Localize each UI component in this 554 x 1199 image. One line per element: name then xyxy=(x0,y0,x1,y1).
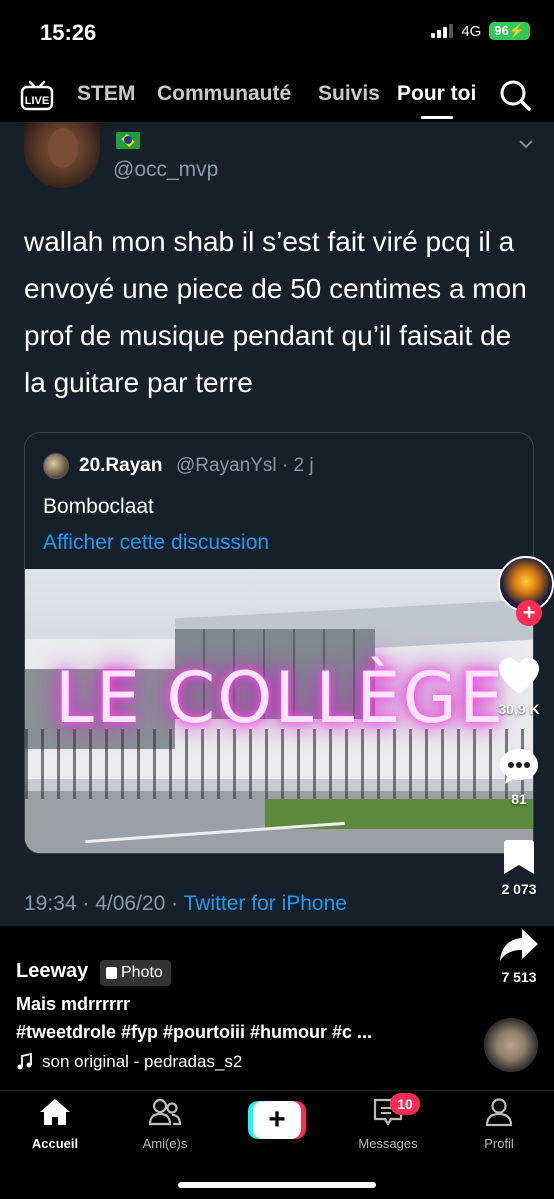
music-disc[interactable] xyxy=(484,1018,538,1072)
follow-button[interactable]: + xyxy=(516,600,542,626)
tab-communaute[interactable]: Communauté xyxy=(157,82,291,106)
top-navigation: LIVE STEM Communauté Suivis Pour toi xyxy=(0,72,554,122)
live-icon[interactable]: LIVE xyxy=(20,78,54,112)
like-button[interactable]: 30,9 K xyxy=(484,656,554,717)
post-hashtags[interactable]: #tweetdrole #fyp #pourtoiii #humour #c .… xyxy=(16,1022,476,1043)
sound-link[interactable]: son original - pedradas_s2 xyxy=(16,1052,242,1072)
photo-badge: Photo xyxy=(100,960,171,986)
quoted-name: 20.Rayan xyxy=(79,455,163,476)
like-count: 30,9 K xyxy=(498,701,540,717)
friends-icon xyxy=(148,1098,182,1126)
quoted-image: LE COLLÈGE xyxy=(25,569,533,853)
share-arrow-icon xyxy=(500,929,538,961)
brazil-flag-icon xyxy=(116,132,140,149)
live-label: LIVE xyxy=(25,95,49,107)
comment-icon xyxy=(500,749,538,784)
tab-suivis[interactable]: Suivis xyxy=(318,82,380,106)
share-button[interactable]: 7 513 xyxy=(484,926,554,985)
share-count: 7 513 xyxy=(501,969,537,985)
tweet-meta: 19:34 · 4/06/20 · Twitter for iPhone xyxy=(24,892,347,916)
save-count: 2 073 xyxy=(501,881,537,897)
tab-friends[interactable]: Ami(e)s xyxy=(110,1097,220,1151)
quoted-text: Bomboclaat xyxy=(43,495,154,518)
battery-level: 96 xyxy=(494,23,509,38)
profile-icon xyxy=(485,1098,513,1127)
tab-home[interactable]: Accueil xyxy=(0,1097,110,1151)
create-button[interactable]: + xyxy=(248,1101,306,1139)
battery-icon: 96⚡ xyxy=(489,22,530,40)
tab-messages-label: Messages xyxy=(358,1136,418,1151)
sound-name: son original - pedradas_s2 xyxy=(42,1052,243,1071)
quoted-avatar xyxy=(43,453,69,479)
home-indicator xyxy=(178,1182,376,1188)
messages-badge: 10 xyxy=(390,1093,420,1115)
comment-count: 81 xyxy=(511,791,527,807)
tweet-source: Twitter for iPhone xyxy=(183,892,347,915)
plus-icon: + xyxy=(253,1101,301,1139)
photo-badge-label: Photo xyxy=(121,964,163,981)
home-icon xyxy=(40,1099,70,1125)
tab-stem[interactable]: STEM xyxy=(77,82,135,106)
tab-profile[interactable]: Profil xyxy=(444,1097,554,1151)
image-overlay-text: LE COLLÈGE xyxy=(54,657,506,739)
chevron-down-icon xyxy=(518,136,534,152)
tweet-handle: @occ_mvp xyxy=(113,158,219,181)
search-icon[interactable] xyxy=(498,78,532,112)
status-bar: 15:26 4G 96⚡ xyxy=(0,0,554,64)
post-caption: Mais mdrrrrrr xyxy=(16,994,131,1014)
comment-button[interactable]: 81 xyxy=(484,746,554,807)
status-time: 15:26 xyxy=(40,20,97,45)
show-thread-link: Afficher cette discussion xyxy=(43,531,270,554)
tab-profile-label: Profil xyxy=(484,1136,514,1151)
save-button[interactable]: 2 073 xyxy=(484,838,554,897)
network-type: 4G xyxy=(461,22,482,40)
status-indicators: 4G 96⚡ xyxy=(431,22,530,40)
quoted-handle: @RayanYsl · 2 j xyxy=(176,455,314,476)
tweet-avatar xyxy=(24,122,100,188)
tab-messages[interactable]: Messages xyxy=(333,1097,443,1151)
bookmark-icon xyxy=(504,840,534,874)
tweet-screenshot: @occ_mvp wallah mon shab il s’est fait v… xyxy=(0,122,554,926)
tweet-text: wallah mon shab il s’est fait viré pcq i… xyxy=(24,226,527,398)
post-username[interactable]: Leeway xyxy=(16,960,88,983)
heart-icon xyxy=(499,658,539,694)
tweet-timestamp: 19:34 · 4/06/20 · xyxy=(24,892,184,915)
quoted-tweet: 20.Rayan @RayanYsl · 2 j Bomboclaat Affi… xyxy=(24,432,534,854)
music-note-icon xyxy=(17,1053,32,1070)
photo-icon xyxy=(106,967,117,979)
tab-pour-toi[interactable]: Pour toi xyxy=(397,82,476,106)
tab-home-label: Accueil xyxy=(31,1136,79,1151)
tab-friends-label: Ami(e)s xyxy=(142,1136,188,1151)
active-tab-indicator xyxy=(421,116,453,119)
signal-icon xyxy=(431,24,454,38)
